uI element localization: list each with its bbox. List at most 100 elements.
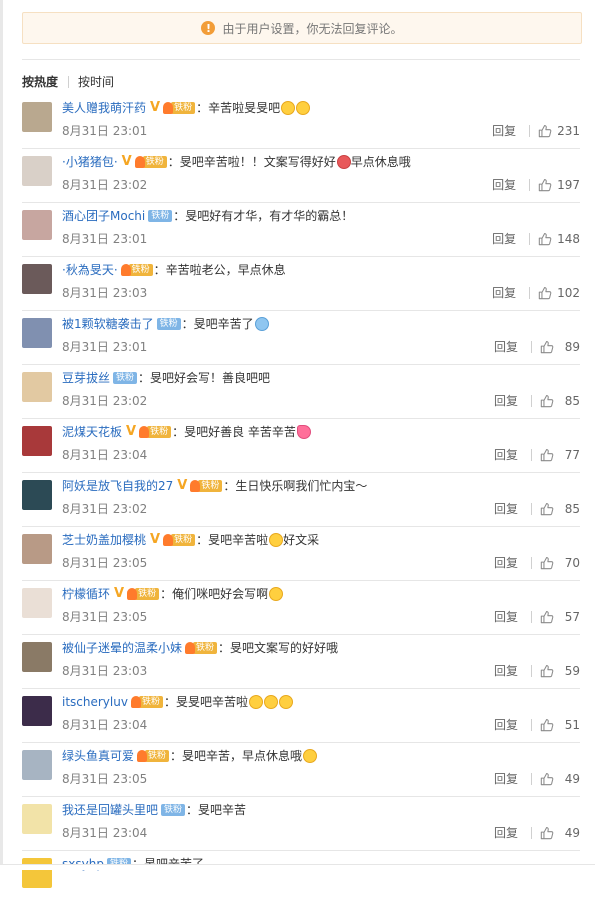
fan-badge[interactable]: 铁粉 (120, 263, 153, 276)
username-link[interactable]: ·小猪猪包· (62, 153, 118, 170)
reply-button[interactable]: 回复 (494, 500, 518, 517)
thumbs-up-icon[interactable] (538, 286, 552, 300)
tab-sort-by-hot[interactable]: 按热度 (22, 73, 58, 90)
tab-sort-by-time[interactable]: 按时间 (78, 73, 114, 90)
fan-badge[interactable]: 铁粉 (127, 587, 160, 600)
reply-button[interactable]: 回复 (492, 284, 516, 301)
fan-badge[interactable]: 铁粉 (190, 479, 223, 492)
reply-button[interactable]: 回复 (494, 554, 518, 571)
reply-button[interactable]: 回复 (494, 770, 518, 787)
thumbs-up-icon[interactable] (538, 124, 552, 138)
thumbs-up-icon[interactable] (538, 178, 552, 192)
avatar[interactable] (22, 210, 52, 240)
reply-button[interactable]: 回复 (494, 608, 518, 625)
username-link[interactable]: 阿妖是放飞自我的27 (62, 477, 173, 494)
avatar[interactable] (22, 696, 52, 726)
thumbs-up-icon[interactable] (540, 610, 554, 624)
fan-badge[interactable]: 铁粉 (130, 695, 163, 708)
username-link[interactable]: 酒心团子Mochi (62, 207, 145, 224)
username-link[interactable]: 泥煤天花板 (62, 423, 122, 440)
thumbs-up-icon[interactable] (540, 448, 554, 462)
comment-row: 美人赠我萌汗药 V 铁粉 ：辛苦啦旻旻吧 8月31日 23:01 回复 231 (22, 95, 580, 149)
comment-content: 阿妖是放飞自我的27 V 铁粉 ：生日快乐啊我们忙内宝～ (62, 477, 367, 494)
avatar[interactable] (22, 750, 52, 780)
thumbs-up-icon[interactable] (540, 340, 554, 354)
comment-row: 柠檬循环 V 铁粉 ：俺们咪吧好会写啊 8月31日 23:05 回复 57 (22, 581, 580, 635)
fan-badge[interactable]: 铁粉 (139, 425, 172, 438)
fan-badge[interactable]: 铁粉 (113, 371, 138, 384)
fan-badge[interactable]: 铁粉 (156, 317, 181, 330)
fan-badge[interactable]: 铁粉 (163, 533, 196, 546)
thumbs-up-icon[interactable] (540, 718, 554, 732)
avatar[interactable] (22, 588, 52, 618)
avatar[interactable] (22, 534, 52, 564)
fan-badge[interactable]: 铁粉 (163, 101, 196, 114)
username-link[interactable]: 美人赠我萌汗药 (62, 99, 146, 116)
comment-text: ：俺们咪吧好会写啊 (160, 587, 269, 601)
reply-button[interactable]: 回复 (492, 176, 516, 193)
fan-badge[interactable]: 铁粉 (185, 641, 218, 654)
avatar[interactable] (22, 804, 52, 834)
username-link[interactable]: 被1颗软糖袭击了 (62, 315, 154, 332)
thumbs-up-icon[interactable] (540, 556, 554, 570)
username-link[interactable]: itscheryluv (62, 695, 128, 709)
like-count[interactable]: 89 (559, 340, 580, 354)
thumbs-up-icon[interactable] (540, 826, 554, 840)
like-count[interactable]: 231 (557, 124, 580, 138)
username-link[interactable]: 绿头鱼真可爱 (62, 747, 134, 764)
like-count[interactable]: 49 (559, 826, 580, 840)
fan-badge-label: 铁粉 (171, 101, 196, 114)
fan-badge[interactable]: 铁粉 (148, 209, 173, 222)
thumbs-up-icon[interactable] (540, 502, 554, 516)
avatar[interactable] (22, 372, 52, 402)
like-count[interactable]: 51 (559, 718, 580, 732)
warning-icon: ! (201, 21, 216, 35)
avatar[interactable] (22, 264, 52, 294)
username-link[interactable]: 柠檬循环 (62, 585, 110, 602)
username-link[interactable]: 芝士奶盖加樱桃 (62, 531, 146, 548)
reply-button[interactable]: 回复 (492, 230, 516, 247)
avatar[interactable] (22, 156, 52, 186)
fan-badge[interactable]: 铁粉 (137, 749, 170, 762)
like-count[interactable]: 197 (557, 178, 580, 192)
comment-timestamp: 8月31日 23:04 (62, 448, 148, 462)
thumbs-up-icon[interactable] (540, 664, 554, 678)
thumbs-up-icon[interactable] (540, 394, 554, 408)
avatar[interactable] (22, 318, 52, 348)
like-count[interactable]: 49 (559, 772, 580, 786)
reply-button[interactable]: 回复 (494, 338, 518, 355)
fan-badge[interactable]: 铁粉 (134, 155, 167, 168)
reply-button[interactable]: 回复 (494, 446, 518, 463)
thumbs-up-icon[interactable] (538, 232, 552, 246)
emoji-icon (296, 424, 311, 439)
fan-badge[interactable]: 铁粉 (161, 803, 186, 816)
avatar[interactable] (22, 480, 52, 510)
reply-button[interactable]: 回复 (494, 662, 518, 679)
fan-medal-icon (127, 587, 138, 600)
avatar[interactable] (22, 102, 52, 132)
like-count[interactable]: 102 (557, 286, 580, 300)
like-count[interactable]: 70 (559, 556, 580, 570)
username-link[interactable]: 被仙子迷晕的温柔小妹 (62, 639, 182, 656)
like-count[interactable]: 77 (559, 448, 580, 462)
emoji-icon (263, 694, 278, 709)
comment-row: sxsyhp铁粉：旻吧辛苦了 (22, 851, 580, 904)
reply-button[interactable]: 回复 (494, 392, 518, 409)
like-count[interactable]: 85 (559, 502, 580, 516)
reply-button[interactable]: 回复 (494, 824, 518, 841)
like-count[interactable]: 57 (559, 610, 580, 624)
fan-medal-icon (163, 533, 174, 546)
avatar[interactable] (22, 642, 52, 672)
username-link[interactable]: ·秋為旻天· (62, 261, 118, 278)
reply-button[interactable]: 回复 (492, 122, 516, 139)
reply-button[interactable]: 回复 (494, 716, 518, 733)
username-link[interactable]: 我还是回罐头里吧 (62, 801, 158, 818)
avatar[interactable] (22, 426, 52, 456)
thumbs-up-icon[interactable] (540, 772, 554, 786)
verified-v-icon: V (150, 532, 161, 547)
username-link[interactable]: 豆芽拔丝 (62, 369, 110, 386)
like-count[interactable]: 59 (559, 664, 580, 678)
like-count[interactable]: 85 (559, 394, 580, 408)
like-count[interactable]: 148 (557, 232, 580, 246)
avatar[interactable] (22, 858, 52, 888)
